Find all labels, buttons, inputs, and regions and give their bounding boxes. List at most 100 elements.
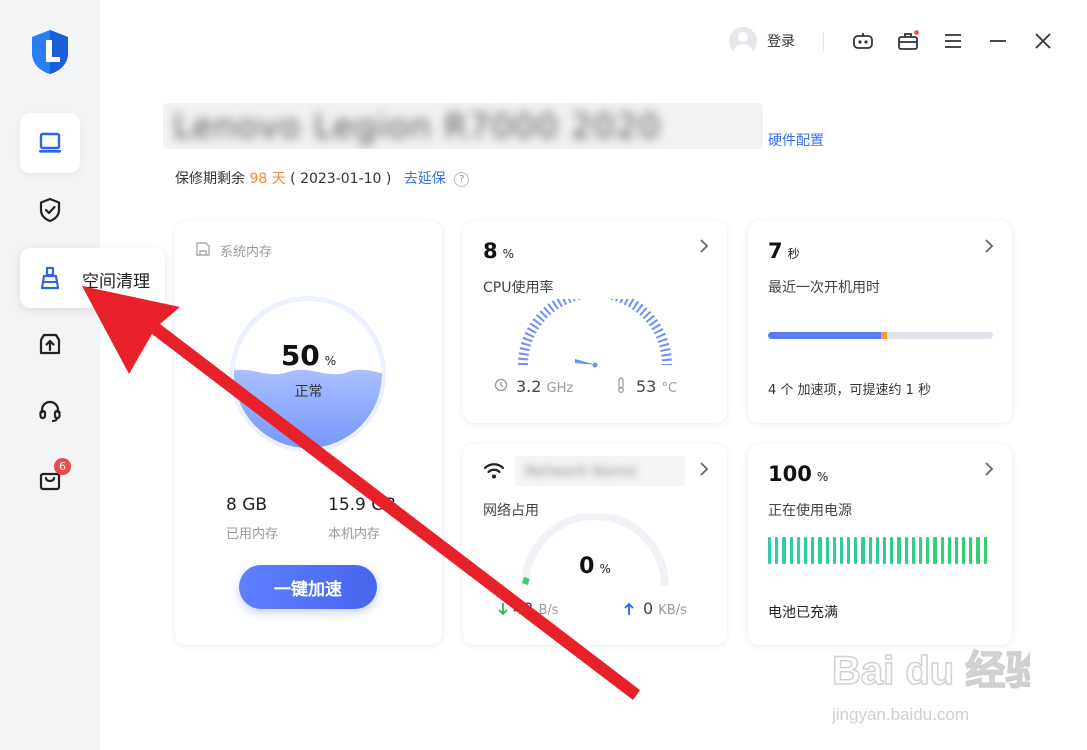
battery-bar [976,537,980,564]
cpu-temperature: 53 °C [636,377,678,396]
close-icon[interactable] [1032,30,1054,52]
thermometer-icon [618,377,624,393]
laptop-icon [39,132,61,153]
battery-bar [868,537,872,564]
wifi-icon [483,463,505,479]
battery-bar [832,537,836,564]
battery-level-bars [768,537,987,564]
battery-bar [918,537,923,564]
battery-bar [875,537,879,564]
chevron-right-icon[interactable] [984,462,994,476]
boot-speedup-note: 4 个 加速项，可提速约 1 秒 [768,383,932,398]
download-arrow-icon [498,603,508,616]
warranty-info: 保修期剩余 98 天 ( 2023-01-10 ) 去延保 ? [175,168,470,188]
sidebar-item-device[interactable] [20,113,80,173]
boot-time-card[interactable]: 7秒 最近一次开机用时 4 个 加速项，可提速约 1 秒 [748,221,1012,423]
battery-status: 电池已充满 [768,605,838,621]
used-memory-label: 已用内存 [226,527,279,542]
sidebar-item-cleanup[interactable]: 空间清理 [20,248,165,308]
battery-bar [904,537,908,564]
battery-bar [940,537,944,564]
battery-bar [926,537,930,564]
memory-percent: 50% [280,339,337,372]
chevron-right-icon[interactable] [699,462,709,476]
upload-arrow-icon [624,602,634,615]
robot-icon[interactable] [852,30,874,52]
cpu-usage-value: 8% [483,239,515,263]
cpu-usage-label: CPU使用率 [483,280,554,296]
memory-card: 系统内存 50% 正常 8 GB 已用内存 15.9 GB 本机内存 一键加速 [175,221,442,645]
battery-bar [861,537,865,564]
battery-level-value: 100% [768,462,829,486]
battery-bar [983,537,987,564]
warranty-date: ( 2023-01-10 ) [290,171,392,187]
battery-bar [883,537,887,564]
sidebar-item-security[interactable] [20,180,80,240]
minimize-icon[interactable] [987,30,1009,52]
menu-icon[interactable] [942,30,964,52]
cpu-frequency: 3.2 GHz [516,377,574,396]
boot-time-value: 7秒 [768,239,800,263]
download-speed: 43 B/s [513,599,559,618]
memory-icon [196,242,210,256]
one-click-speedup-button[interactable]: 一键加速 [239,565,377,609]
app-logo-icon [32,30,68,74]
battery-bar [818,537,822,564]
network-usage-value: 0% [579,554,611,579]
battery-bar [962,537,966,564]
avatar [729,27,757,55]
login-button[interactable]: 登录 [767,31,795,51]
power-card[interactable]: 100% 正在使用电源 电池已充满 [748,444,1012,645]
network-card[interactable]: Network Name 网络占用 0% 43 B/s 0 KB/s [463,444,727,645]
clock-icon [494,378,508,392]
battery-bar [911,537,915,564]
boot-progress-bar [768,332,993,339]
boot-progress-fill [768,332,887,339]
shield-check-icon [39,197,61,223]
battery-bar [854,537,858,564]
total-memory-value: 15.9 GB [328,495,397,515]
sidebar-item-shop[interactable] [20,449,80,509]
total-memory-label: 本机内存 [328,527,381,542]
memory-gauge [230,296,386,452]
battery-bar [847,537,851,564]
memory-title: 系统内存 [220,245,273,260]
battery-bar [811,537,815,564]
battery-bar [789,537,793,564]
login-area[interactable]: 登录 [729,24,795,58]
chevron-right-icon[interactable] [984,239,994,253]
used-memory-value: 8 GB [226,495,268,515]
memory-status: 正常 [294,384,323,400]
battery-bar [890,537,894,564]
battery-bar [768,537,772,564]
boot-time-label: 最近一次开机用时 [768,280,880,296]
cpu-card[interactable]: 8% CPU使用率 3.2 GHz 53 °C [463,221,727,423]
battery-bar [803,537,808,564]
upload-speed: 0 KB/s [643,599,687,618]
topbar-divider [823,31,824,51]
watermark-brand: Bai du 经验 [832,649,1030,693]
extend-warranty-link[interactable]: 去延保 [404,171,446,187]
network-ssid-blurred: Network Name [515,456,685,486]
warranty-days: 98 天 [249,171,286,187]
battery-bar [796,537,800,564]
battery-bar [825,537,829,564]
hardware-config-link[interactable]: 硬件配置 [768,130,824,150]
battery-bar [954,537,959,564]
broom-icon [40,266,60,290]
cleanup-label: 空间清理 [82,272,150,292]
toolbox-icon[interactable] [897,30,919,52]
sidebar-item-support[interactable] [20,381,80,441]
battery-bar [775,537,779,564]
watermark-url: jingyan.baidu.com [831,705,969,724]
baidu-jingyan-watermark: Bai du 经验 jingyan.baidu.com [831,648,1030,724]
chevron-right-icon[interactable] [699,239,709,253]
upgrade-box-icon [39,333,61,355]
notification-badge: 6 [54,458,71,475]
sidebar-item-upgrade[interactable] [20,314,80,374]
help-icon[interactable]: ? [454,171,470,187]
headset-icon [39,400,61,422]
battery-bar [947,537,951,564]
battery-bar [839,537,844,564]
battery-bar [969,537,973,564]
